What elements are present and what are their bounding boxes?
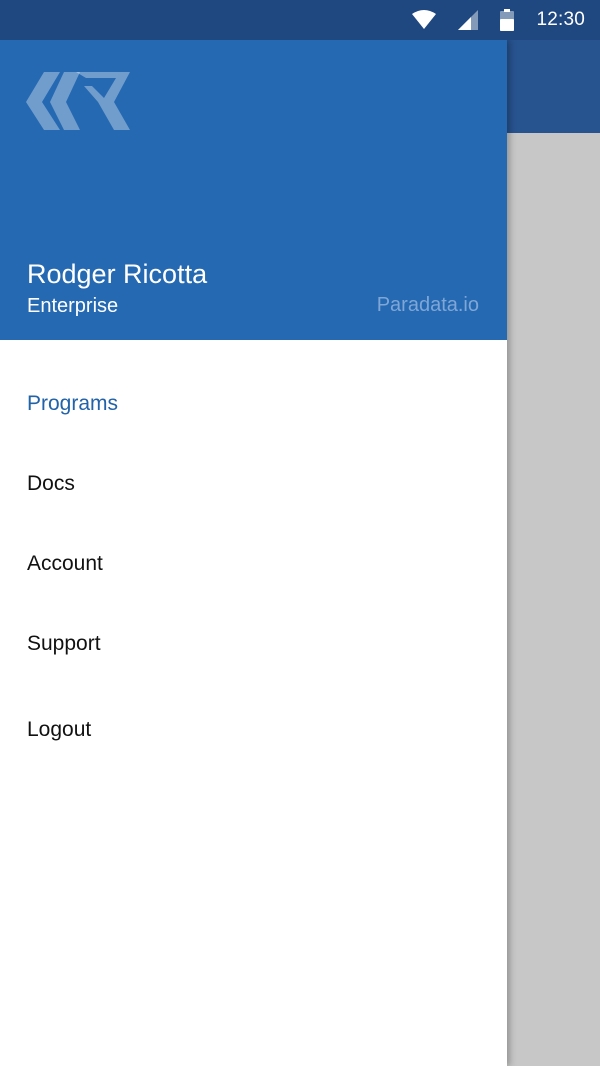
drawer-header: Rodger Ricotta Enterprise Paradata.io [0, 40, 507, 340]
menu-item-account[interactable]: Account [27, 552, 103, 576]
user-name: Rodger Ricotta [27, 259, 208, 289]
menu-item-logout[interactable]: Logout [27, 718, 91, 742]
menu-item-programs[interactable]: Programs [27, 392, 118, 416]
user-plan: Enterprise [27, 295, 119, 317]
menu-item-support[interactable]: Support [27, 632, 101, 656]
brand-label: Paradata.io [376, 294, 479, 316]
cellular-signal-icon [458, 10, 479, 30]
menu-item-docs[interactable]: Docs [27, 472, 75, 496]
battery-icon [500, 9, 515, 31]
status-bar: 12:30 [0, 0, 600, 40]
clock: 12:30 [536, 9, 585, 30]
wifi-icon [412, 10, 437, 30]
navigation-drawer: Rodger Ricotta Enterprise Paradata.io Pr… [0, 40, 507, 1066]
paradata-logo-icon [26, 72, 130, 139]
